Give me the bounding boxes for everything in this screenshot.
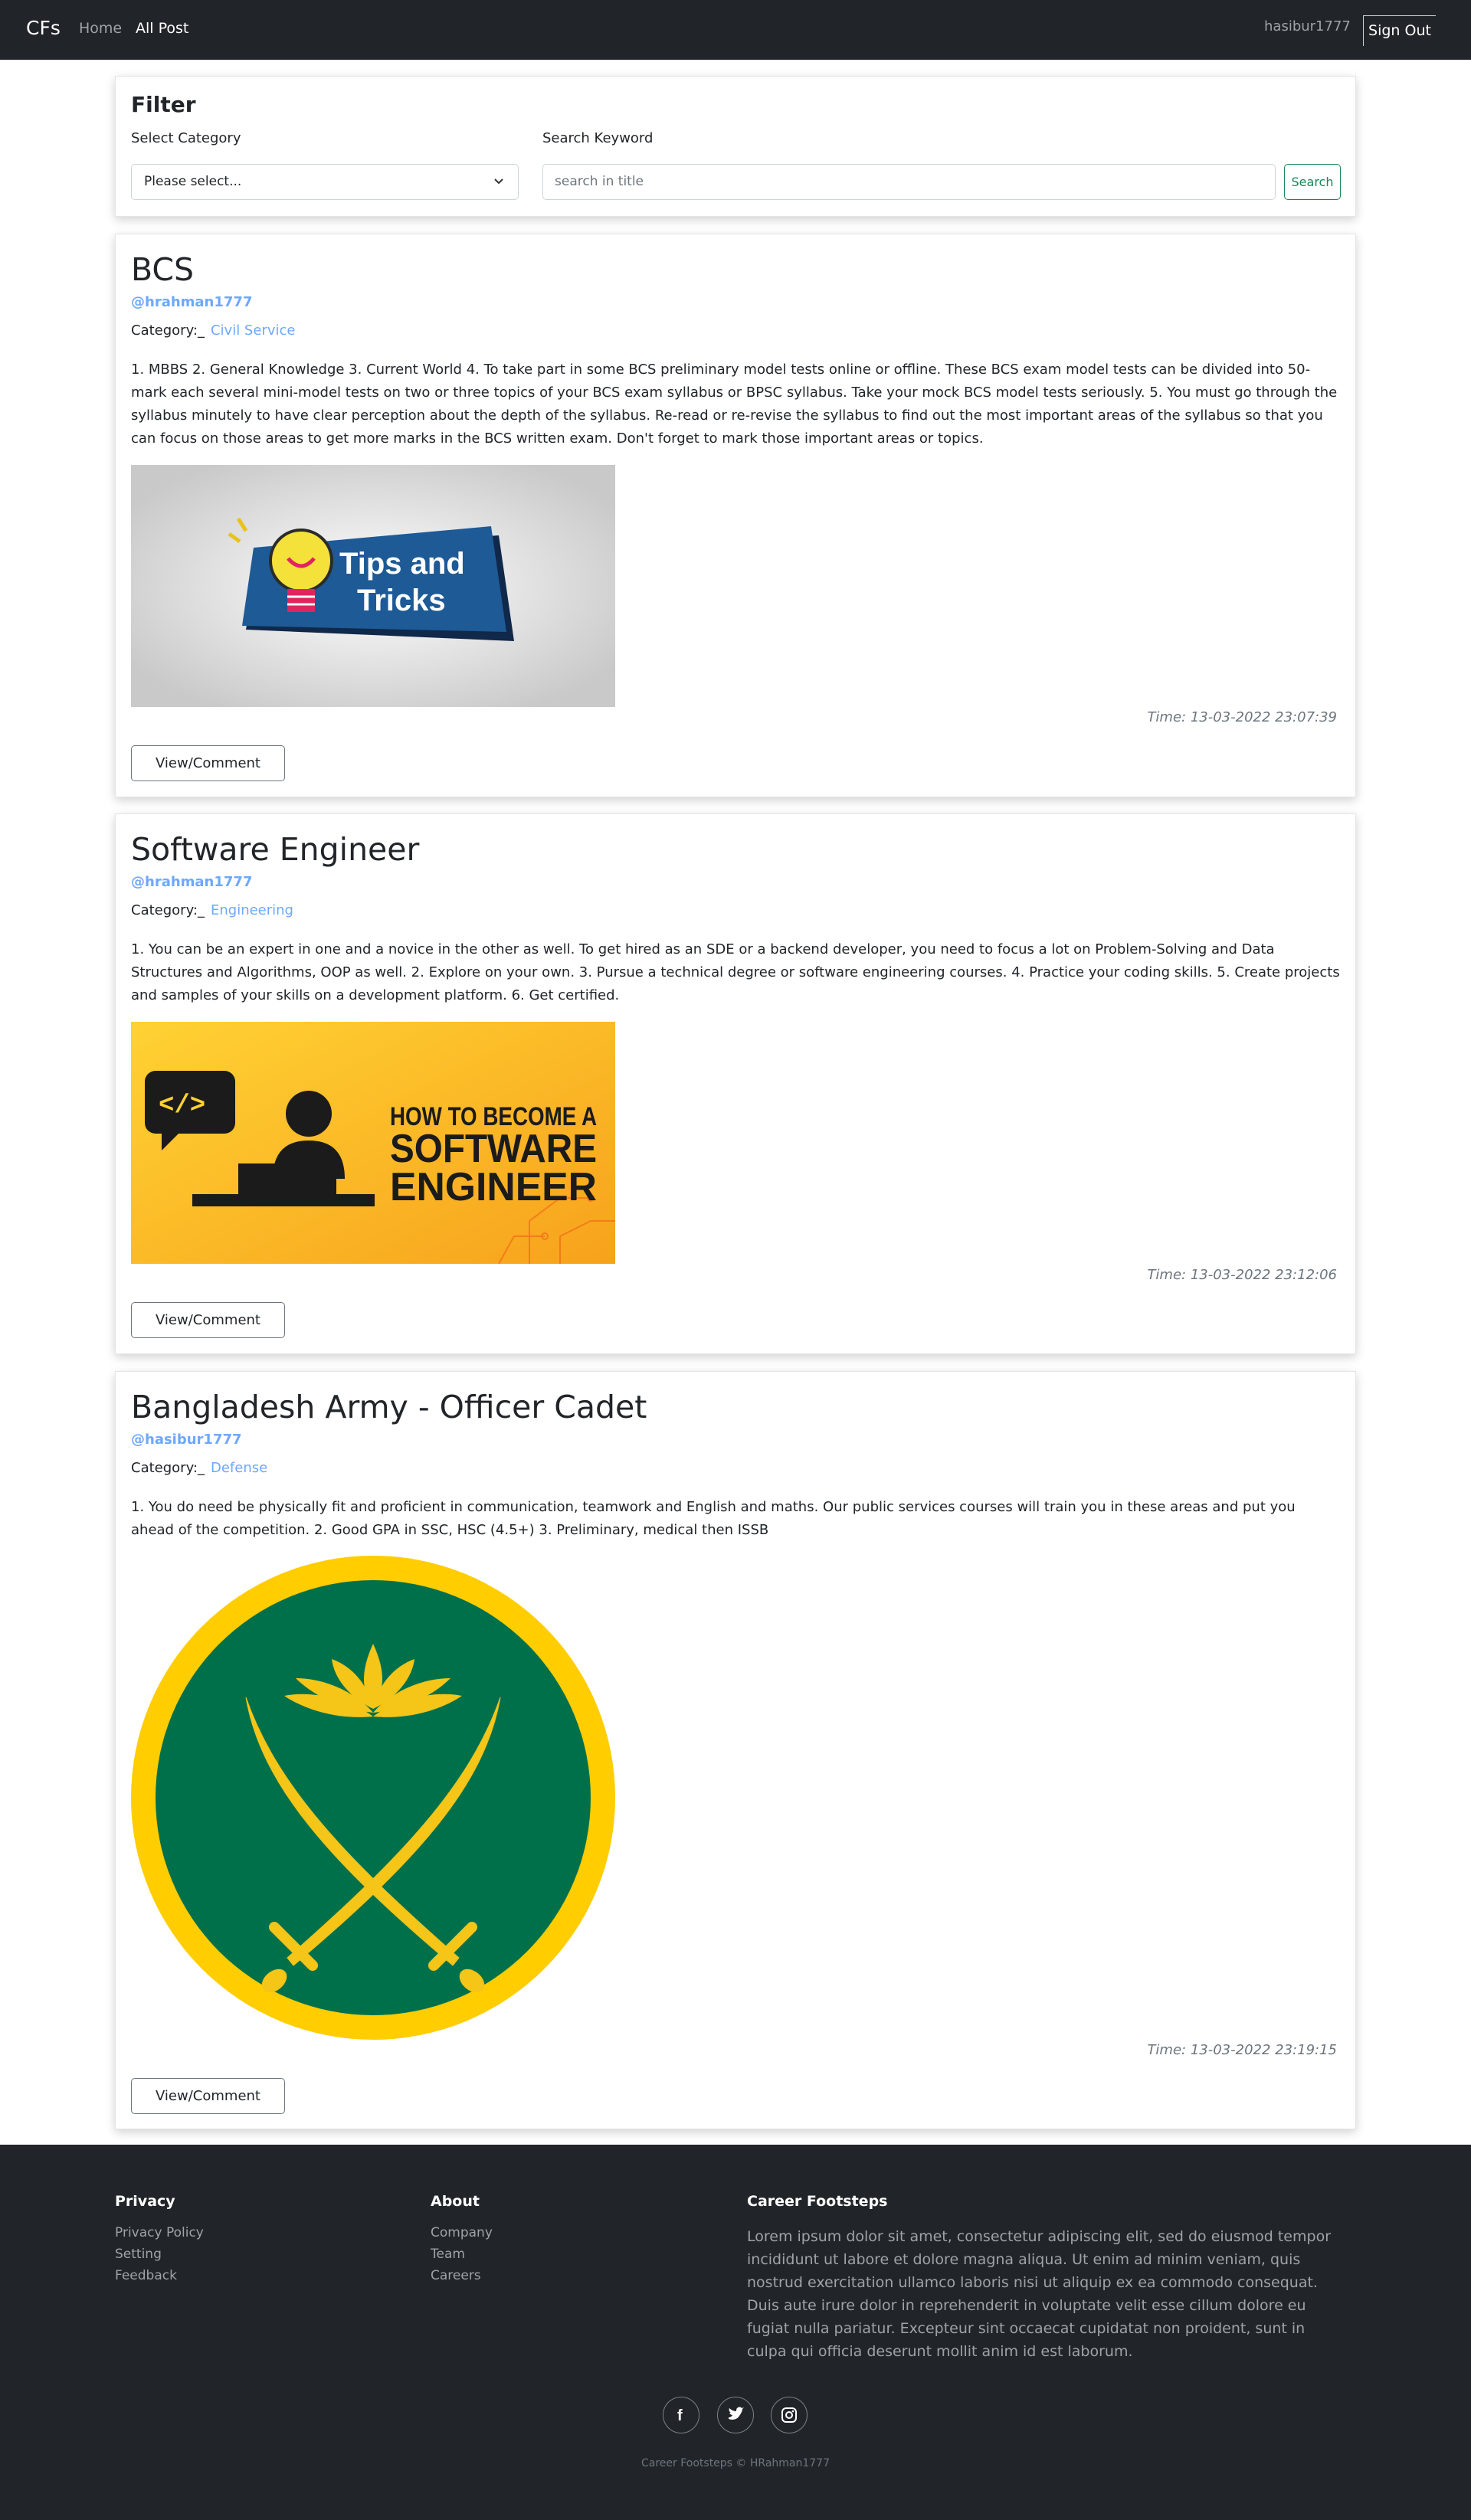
footer-link-feedback[interactable]: Feedback xyxy=(115,2268,177,2283)
image-text-line: ENGINEER xyxy=(390,1165,597,1209)
post-timestamp: Time: 13-03-2022 23:12:06 xyxy=(1147,1267,1337,1283)
category-select-value: Please select... xyxy=(144,174,242,189)
category-prefix: Category:_ xyxy=(131,902,205,918)
post-author-link[interactable]: @hrahman1777 xyxy=(131,294,252,310)
nav-username[interactable]: hasibur1777 xyxy=(1264,18,1351,34)
footer-link-careers[interactable]: Careers xyxy=(431,2268,481,2283)
category-prefix: Category:_ xyxy=(131,322,205,339)
image-text-line: Tips and xyxy=(339,547,465,581)
category-select[interactable]: Please select... xyxy=(131,164,519,200)
view-comment-button[interactable]: View/Comment xyxy=(131,745,285,781)
footer-description: Lorem ipsum dolor sit amet, consectetur … xyxy=(747,2228,1332,2360)
post-category: Category:_ Defense xyxy=(131,1460,267,1476)
twitter-icon[interactable] xyxy=(717,2397,754,2433)
post-body: 1. You can be an expert in one and a nov… xyxy=(131,941,1340,1003)
category-link[interactable]: Engineering xyxy=(211,902,293,918)
post-card: Software Engineer @hrahman1777 Category:… xyxy=(115,813,1356,1354)
svg-text:f: f xyxy=(677,2407,683,2424)
search-input[interactable]: search in title xyxy=(542,164,1276,200)
brand-logo[interactable]: CFs xyxy=(26,17,61,39)
footer-link-team[interactable]: Team xyxy=(431,2247,465,2262)
post-category: Category:_ Civil Service xyxy=(131,322,295,339)
facebook-icon[interactable]: f xyxy=(663,2397,699,2433)
sign-out-button[interactable]: Sign Out xyxy=(1363,15,1436,46)
instagram-icon[interactable] xyxy=(771,2397,808,2433)
image-text-line: Tricks xyxy=(357,584,446,617)
footer-link-setting[interactable]: Setting xyxy=(115,2247,162,2262)
footer-career-heading: Career Footsteps xyxy=(747,2193,888,2210)
category-link[interactable]: Defense xyxy=(211,1460,267,1476)
post-author-link[interactable]: @hrahman1777 xyxy=(131,874,252,890)
post-author-link[interactable]: @hasibur1777 xyxy=(131,1432,242,1448)
svg-text:</>: </> xyxy=(159,1091,205,1121)
post-timestamp: Time: 13-03-2022 23:19:15 xyxy=(1147,2042,1337,2058)
post-image: </> HOW TO BECOME A SOFTWARE ENGINEER xyxy=(131,1022,615,1265)
nav-home-link[interactable]: Home xyxy=(79,20,122,37)
chevron-down-icon xyxy=(493,165,504,212)
footer-about-heading: About xyxy=(431,2193,480,2210)
category-prefix: Category:_ xyxy=(131,1460,205,1476)
post-category: Category:_ Engineering xyxy=(131,902,293,918)
footer-privacy-heading: Privacy xyxy=(115,2193,175,2210)
search-button[interactable]: Search xyxy=(1284,164,1341,200)
footer-link-privacy-policy[interactable]: Privacy Policy xyxy=(115,2225,204,2240)
category-label: Select Category xyxy=(131,130,241,146)
keyword-label: Search Keyword xyxy=(542,130,654,146)
footer-link-company[interactable]: Company xyxy=(431,2225,493,2240)
nav-all-post-link[interactable]: All Post xyxy=(136,20,188,37)
view-comment-button[interactable]: View/Comment xyxy=(131,1302,285,1338)
post-title: BCS xyxy=(131,251,195,288)
post-body: 1. You do need be physically fit and pro… xyxy=(131,1499,1296,1538)
category-link[interactable]: Civil Service xyxy=(211,322,295,339)
post-title: Software Engineer xyxy=(131,831,420,868)
filter-card: Filter Select Category Search Keyword Pl… xyxy=(115,76,1356,217)
post-body: 1. MBBS 2. General Knowledge 3. Current … xyxy=(131,362,1338,447)
post-card: Bangladesh Army - Officer Cadet @hasibur… xyxy=(115,1371,1356,2129)
post-card: BCS @hrahman1777 Category:_ Civil Service… xyxy=(115,234,1356,797)
post-timestamp: Time: 13-03-2022 23:07:39 xyxy=(1147,709,1337,725)
view-comment-button[interactable]: View/Comment xyxy=(131,2078,285,2114)
post-image xyxy=(131,1556,615,2040)
filter-title: Filter xyxy=(131,92,196,117)
navbar: CFs Home All Post hasibur1777 Sign Out xyxy=(0,0,1471,60)
post-image: Tips and Tricks xyxy=(131,465,615,707)
post-title: Bangladesh Army - Officer Cadet xyxy=(131,1389,647,1425)
footer-copyright: Career Footsteps © HRahman1777 xyxy=(640,2457,830,2469)
